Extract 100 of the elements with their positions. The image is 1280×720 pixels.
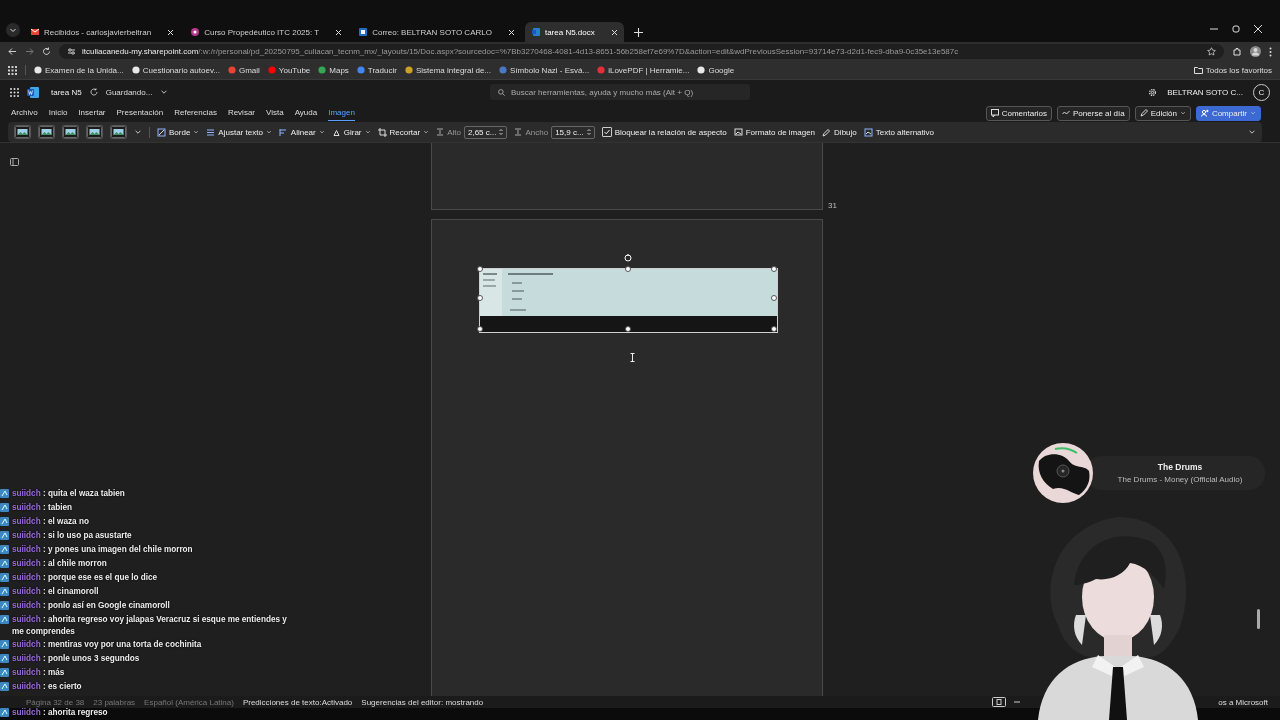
bookmark-link[interactable]: YouTube bbox=[267, 65, 311, 75]
toolbar-dropdown[interactable]: Girar bbox=[331, 127, 371, 137]
checkbox[interactable]: Bloquear la relación de aspecto bbox=[601, 127, 727, 137]
resize-handle[interactable] bbox=[771, 326, 777, 332]
document-title[interactable]: tarea N5 bbox=[51, 87, 82, 97]
menu-icon[interactable] bbox=[1269, 46, 1272, 57]
action-button[interactable]: Edición bbox=[1134, 105, 1191, 121]
account-name[interactable]: BELTRAN SOTO C... bbox=[1167, 87, 1243, 97]
address-field[interactable]: itculiacanedu-my.sharepoint.com/:w:/r/personal/pd_20250795_culiacan_tecnm_mx/_layouts/15/Doc.aspx?sourcedoc=%7Bb3270468-4081-4d13-8651-56b258ef7e69%7D&action=edit&wdPreviousSession=93714e73-d2d1-fec9-dba9-0c35e13e587c bbox=[59, 44, 1224, 59]
crop-icon bbox=[377, 127, 387, 137]
bookmark-link[interactable]: iLovePDF | Herramie... bbox=[597, 65, 690, 75]
bookmark-link[interactable]: Traducir bbox=[356, 65, 397, 75]
search-icon bbox=[498, 88, 505, 96]
chevron-down-icon[interactable] bbox=[160, 88, 169, 96]
browser-tab[interactable]: Correo: BELTRAN SOTO CARLO bbox=[352, 22, 521, 42]
trend-icon bbox=[1062, 109, 1071, 117]
avatar-icon[interactable] bbox=[1250, 46, 1261, 57]
chevron-down-icon[interactable] bbox=[6, 23, 20, 37]
bookmark-link[interactable]: Símbolo Nazi - Esvá... bbox=[499, 65, 590, 75]
ribbon-tab[interactable]: Revisar bbox=[227, 105, 255, 121]
picture-style-icon[interactable] bbox=[86, 125, 103, 139]
back-arrow-icon[interactable] bbox=[8, 47, 17, 56]
close-icon[interactable] bbox=[335, 28, 343, 36]
ribbon-tab[interactable]: Insertar bbox=[78, 105, 106, 121]
picture-format-icon bbox=[733, 127, 743, 137]
close-icon[interactable] bbox=[167, 28, 175, 36]
chat-message: suiidch : mentiras voy por una torta de cochinita bbox=[12, 639, 202, 651]
save-status: Guardando... bbox=[105, 87, 153, 97]
resize-handle[interactable] bbox=[771, 266, 777, 272]
close-icon[interactable] bbox=[507, 28, 515, 36]
action-button[interactable]: Ponerse al día bbox=[1057, 105, 1130, 121]
chat-message: suiidch : ponle unos 3 segundos bbox=[12, 653, 140, 665]
ribbon-tab[interactable]: Ayuda bbox=[294, 105, 318, 121]
reload-icon[interactable] bbox=[42, 47, 51, 56]
status-item: Español (América Latina) bbox=[144, 697, 234, 707]
field-label: Ancho bbox=[525, 127, 549, 137]
resize-handle[interactable] bbox=[625, 266, 631, 272]
star-icon[interactable] bbox=[1207, 47, 1216, 56]
ribbon-tab[interactable]: Vista bbox=[266, 105, 284, 121]
toolbar-dropdown[interactable]: Alinear bbox=[278, 127, 325, 137]
toolbar-button[interactable]: Texto alternativo bbox=[863, 127, 935, 137]
picture-style-icon[interactable] bbox=[110, 125, 127, 139]
toolbar-dropdown[interactable]: Borde bbox=[157, 127, 200, 137]
bookmark-link[interactable]: Gmail bbox=[227, 65, 260, 75]
bookmark-link[interactable]: Cuestionario autoev... bbox=[131, 65, 220, 75]
circle-logo-icon bbox=[190, 27, 201, 37]
chevron-down-icon bbox=[1250, 110, 1256, 116]
site-info-icon[interactable] bbox=[67, 47, 76, 56]
bookmark-link[interactable]: Examen de la Unida... bbox=[34, 65, 124, 75]
search-field[interactable]: Buscar herramientas, ayuda y mucho más (Alt + Q) bbox=[490, 84, 750, 100]
chat-message: suiidch : si lo uso pa asustarte bbox=[12, 530, 132, 542]
number-field[interactable]: 2,65 c... bbox=[464, 125, 508, 139]
ribbon-tab[interactable]: Presentación bbox=[116, 105, 164, 121]
chat-badge-icon bbox=[0, 708, 9, 717]
resize-handle[interactable] bbox=[771, 295, 777, 301]
toolbar-button[interactable]: Dibujo bbox=[822, 127, 857, 137]
app-launcher-icon[interactable] bbox=[10, 87, 19, 97]
resize-handle[interactable] bbox=[477, 326, 483, 332]
browser-tab[interactable]: Curso Propedéutico ITC 2025: T bbox=[184, 22, 349, 42]
settings-icon[interactable] bbox=[1148, 87, 1158, 97]
resize-handle[interactable] bbox=[477, 295, 483, 301]
close-icon[interactable] bbox=[1254, 25, 1262, 33]
chevron-down-icon[interactable] bbox=[1248, 128, 1256, 136]
chat-message: suiidch : ponlo así en Google cinamoroll bbox=[12, 600, 170, 612]
minimize-icon[interactable] bbox=[1210, 25, 1218, 33]
restore-icon[interactable] bbox=[1232, 25, 1240, 33]
toolbar-dropdown[interactable]: Ajustar texto bbox=[206, 127, 272, 137]
ribbon-tab[interactable]: Inicio bbox=[48, 105, 68, 121]
resize-handle[interactable] bbox=[477, 266, 483, 272]
bookmark-link[interactable]: Sistema integral de... bbox=[404, 65, 492, 75]
browser-tab[interactable]: tarea N5.docx bbox=[524, 22, 624, 42]
ribbon-tab[interactable]: Imagen bbox=[328, 105, 355, 121]
chevron-down-icon bbox=[364, 129, 371, 135]
picture-style-icon[interactable] bbox=[14, 125, 31, 139]
ribbon-tab[interactable]: Archivo bbox=[11, 105, 38, 121]
forward-arrow-icon[interactable] bbox=[25, 47, 34, 56]
bookmark-link[interactable]: Google bbox=[697, 65, 735, 75]
rotate-handle[interactable] bbox=[624, 254, 632, 262]
page-view-icon[interactable] bbox=[992, 697, 1006, 707]
number-field[interactable]: 15,9 c... bbox=[551, 125, 595, 139]
picture-style-icon[interactable] bbox=[62, 125, 79, 139]
status-item: Página 32 de 38 bbox=[26, 697, 85, 707]
toolbar-dropdown[interactable]: Recortar bbox=[377, 127, 430, 137]
lines-icon bbox=[206, 127, 216, 137]
scrollbar-thumb[interactable] bbox=[1257, 609, 1260, 629]
resize-handle[interactable] bbox=[625, 326, 631, 332]
picture-style-icon[interactable] bbox=[38, 125, 55, 139]
apps-grid-icon[interactable] bbox=[8, 65, 17, 75]
bookmark-folder[interactable]: Todos los favoritos bbox=[1193, 65, 1272, 75]
action-button[interactable]: Compartir bbox=[1195, 105, 1261, 121]
new-tab-icon[interactable] bbox=[633, 28, 643, 37]
feedback-link[interactable]: os a Microsoft bbox=[1218, 698, 1268, 707]
chevron-down-icon[interactable] bbox=[134, 128, 142, 136]
close-icon[interactable] bbox=[610, 28, 618, 36]
bookmark-link[interactable]: Maps bbox=[318, 65, 349, 75]
navigation-pane-icon[interactable] bbox=[10, 158, 19, 166]
action-button[interactable]: Comentarios bbox=[985, 105, 1053, 121]
ribbon-tab[interactable]: Referencias bbox=[174, 105, 217, 121]
browser-tab[interactable]: Recibidos - carlosjavierbeltran bbox=[24, 22, 181, 42]
toolbar-button[interactable]: Formato de imagen bbox=[733, 127, 816, 137]
